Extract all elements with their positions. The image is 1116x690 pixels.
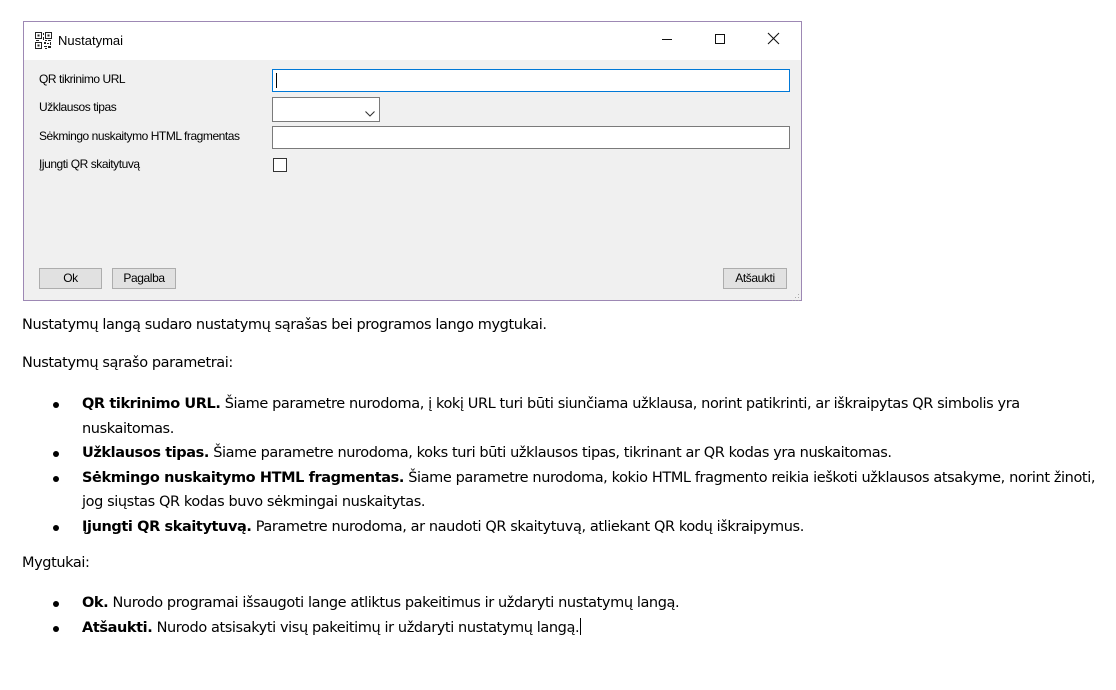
request-type-select[interactable] [272,97,380,122]
document-cursor [580,617,582,635]
maximize-icon [714,32,726,50]
bullet-icon [53,601,59,607]
list-item-term: Užklausos tipas. [82,445,210,461]
minimize-button[interactable] [644,22,690,60]
list-item: QR tikrinimo URL. Šiame parametre nurodo… [0,392,1102,441]
bullet-icon [53,402,59,408]
list-item: Atšaukti. Nurodo atsisakyti visų pakeiti… [0,616,1102,641]
params-list: QR tikrinimo URL. Šiame parametre nurodo… [0,392,1102,539]
close-icon [767,32,780,50]
html-fragment-label: Sėkmingo nuskaitymo HTML fragmentas [39,129,240,143]
bullet-icon [53,524,59,531]
list-item-term: Sėkmingo nuskaitymo HTML fragmentas. [82,469,404,486]
minimize-icon [661,32,673,50]
list-item-desc: Parametre nurodoma, ar naudoti QR skaity… [251,518,805,535]
html-fragment-input[interactable] [272,126,790,149]
list-item-term: Atšaukti. [82,619,153,636]
qr-url-label: QR tikrinimo URL [39,72,126,86]
qr-url-input[interactable] [272,69,790,92]
bullet-icon [53,475,59,482]
list-item: Sėkmingo nuskaitymo HTML fragmentas. Šia… [0,466,1102,515]
list-item-desc: Šiame parametre nurodoma, koks turi būti… [209,445,892,461]
buttons-list: Ok. Nurodo programai išsaugoti lange atl… [0,591,1102,640]
enable-scanner-checkbox[interactable] [273,158,287,172]
list-item-term: Ok. [82,595,109,611]
enable-scanner-label: Įjungti QR skaitytuvą [39,157,140,171]
list-item-desc: Šiame parametre nurodoma, į kokį URL tur… [82,396,1020,437]
settings-dialog: Nustatymai QR tikrinimo URL Užklausos ti… [23,21,802,301]
list-item-term: Įjungti QR skaitytuvą. [82,518,252,535]
buttons-heading: Mygtukai: [22,555,90,571]
list-item: Ok. Nurodo programai išsaugoti lange atl… [0,591,1102,616]
cancel-button[interactable]: Atšaukti [723,268,787,289]
title-bar[interactable]: Nustatymai [24,22,801,60]
bullet-icon [53,451,59,457]
qr-code-icon [35,32,52,49]
list-item-desc: Nurodo programai išsaugoti lange atliktu… [108,595,680,611]
chevron-down-icon [365,105,375,117]
window-title: Nustatymai [58,33,124,48]
list-item: Užklausos tipas. Šiame parametre nurodom… [0,441,1102,466]
list-item-term: QR tikrinimo URL. [82,396,221,412]
params-heading: Nustatymų sąrašo parametrai: [22,355,233,371]
help-button[interactable]: Pagalba [112,268,176,289]
close-button[interactable] [750,22,796,60]
intro-paragraph: Nustatymų langą sudaro nustatymų sąrašas… [22,317,547,333]
maximize-button[interactable] [697,22,743,60]
list-item: Įjungti QR skaitytuvą. Parametre nurodom… [0,515,1102,540]
dialog-body: QR tikrinimo URL Užklausos tipas Sėkming… [24,60,801,301]
text-caret [276,73,277,88]
bullet-icon [53,625,59,632]
resize-grip-icon[interactable] [790,289,800,301]
ok-button[interactable]: Ok [39,268,102,289]
list-item-desc: Nurodo atsisakyti visų pakeitimų ir užda… [152,619,580,636]
request-type-label: Užklausos tipas [39,100,117,114]
